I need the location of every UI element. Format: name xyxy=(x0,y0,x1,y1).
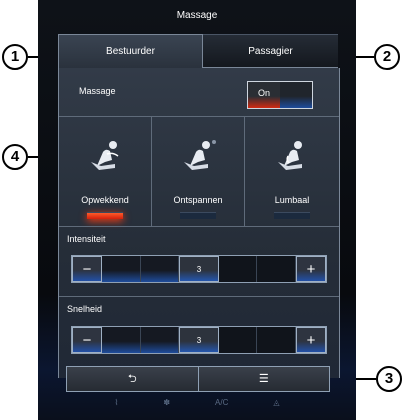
bottom-bar: ⮌ ☰ xyxy=(66,366,330,392)
mode-opwekkend[interactable]: Opwekkend xyxy=(59,116,152,226)
back-arrow-icon: ⮌ xyxy=(127,373,137,385)
defrost-icon[interactable]: ◬ xyxy=(273,398,279,407)
climate-strip: ⌇ ✽ A/C ◬ xyxy=(38,398,356,407)
intensity-value: 3 xyxy=(179,256,219,282)
massage-toggle-on[interactable]: On xyxy=(248,82,280,108)
fan-icon[interactable]: ✽ xyxy=(163,398,170,407)
back-button[interactable]: ⮌ xyxy=(67,367,198,391)
divider xyxy=(59,296,339,297)
seat-heat-icon[interactable]: ⌇ xyxy=(114,398,118,407)
mode-opwekkend-label: Opwekkend xyxy=(81,195,129,205)
massage-screen: Massage Bestuurder Passagier Massage On … xyxy=(38,0,356,420)
mode-lumbaal[interactable]: Lumbaal xyxy=(245,116,339,226)
callout-1: 1 xyxy=(2,44,28,70)
intensity-track[interactable]: 3 xyxy=(102,256,296,282)
callout-4: 4 xyxy=(2,144,28,170)
mode-lumbaal-label: Lumbaal xyxy=(274,195,310,205)
menu-button[interactable]: ☰ xyxy=(197,367,329,391)
tab-passagier-label: Passagier xyxy=(248,46,293,57)
seat-massage-icon xyxy=(91,141,119,170)
speed-segment xyxy=(218,327,258,353)
callout-3: 3 xyxy=(376,366,402,392)
intensity-label: Intensiteit xyxy=(67,234,106,244)
intensity-plus-button[interactable]: + xyxy=(296,256,326,282)
massage-toggle-off[interactable] xyxy=(280,82,312,108)
intensity-segment xyxy=(102,256,141,282)
menu-list-icon: ☰ xyxy=(258,373,269,385)
massage-panel: Massage On Opwekkend Ontspannen Lumbaal … xyxy=(58,68,340,378)
speed-stepper[interactable]: − 3 + xyxy=(71,326,327,354)
speed-plus-button[interactable]: + xyxy=(296,327,326,353)
ac-label[interactable]: A/C xyxy=(215,398,228,407)
seat-lumbar-icon xyxy=(278,141,302,170)
tab-passagier[interactable]: Passagier xyxy=(203,34,338,68)
tab-bestuurder-label: Bestuurder xyxy=(106,46,155,57)
mode-lumbaal-indicator xyxy=(274,212,310,219)
callout-2: 2 xyxy=(374,44,400,70)
speed-label: Snelheid xyxy=(67,304,103,314)
divider xyxy=(59,226,339,227)
seat-relax-icon xyxy=(184,140,216,170)
intensity-minus-button[interactable]: − xyxy=(72,256,102,282)
intensity-segment xyxy=(257,256,296,282)
mode-ontspannen[interactable]: Ontspannen xyxy=(152,116,245,226)
page-title: Massage xyxy=(176,10,218,21)
intensity-segment xyxy=(140,256,180,282)
mode-ontspannen-indicator xyxy=(180,212,216,219)
speed-minus-button[interactable]: − xyxy=(72,327,102,353)
speed-segment xyxy=(102,327,141,353)
intensity-segment xyxy=(218,256,258,282)
tab-bestuurder[interactable]: Bestuurder xyxy=(58,34,203,68)
speed-value: 3 xyxy=(179,327,219,353)
mode-ontspannen-label: Ontspannen xyxy=(173,195,223,205)
intensity-stepper[interactable]: − 3 + xyxy=(71,255,327,283)
speed-segment xyxy=(140,327,180,353)
speed-track[interactable]: 3 xyxy=(102,327,296,353)
mode-opwekkend-indicator xyxy=(87,212,123,219)
massage-toggle[interactable]: On xyxy=(247,81,313,109)
massage-label: Massage xyxy=(79,86,116,96)
speed-segment xyxy=(257,327,296,353)
